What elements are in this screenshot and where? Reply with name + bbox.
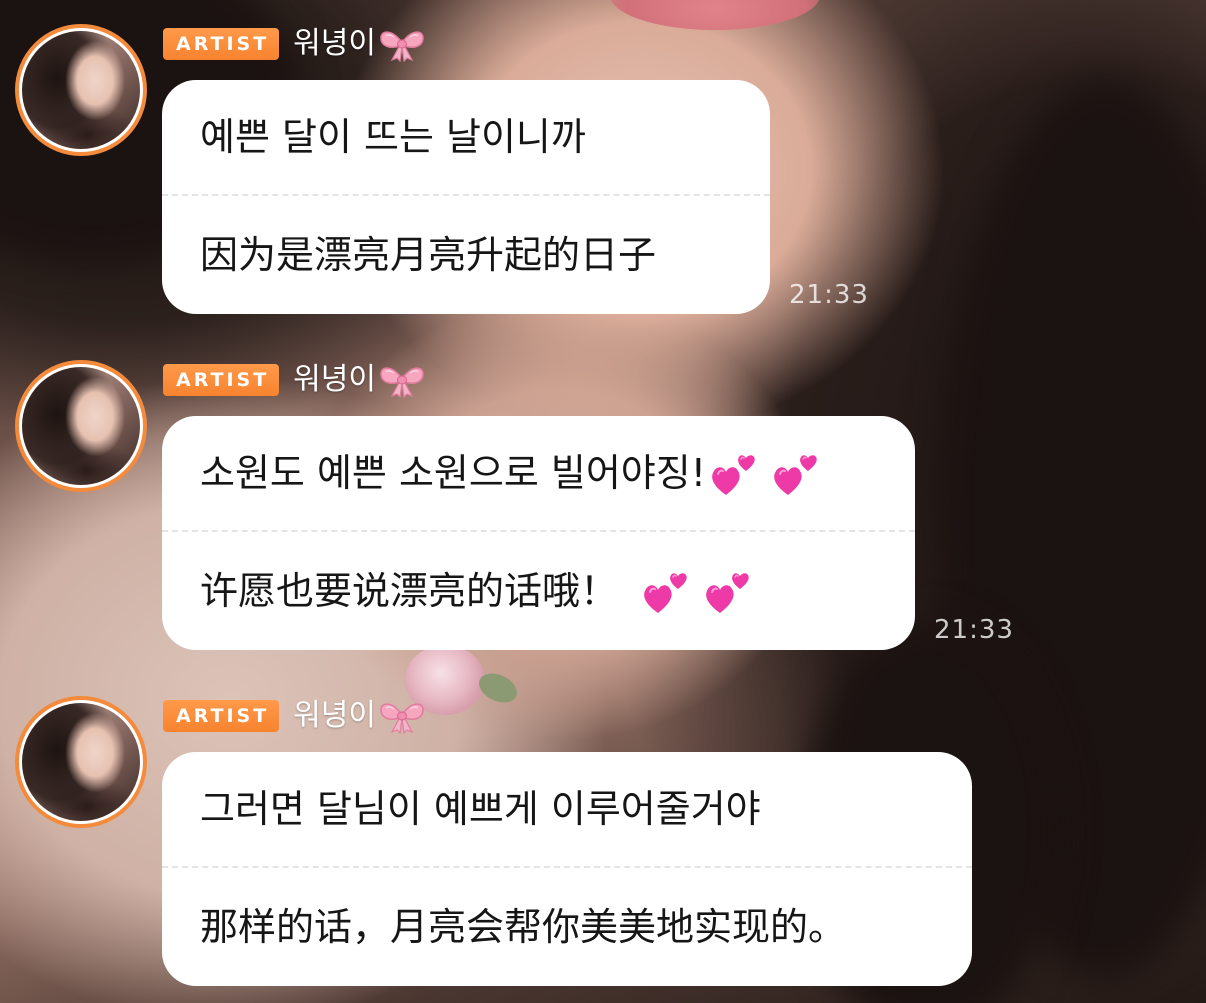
- message-bubble[interactable]: 예쁜 달이 뜨는 날이니까 因为是漂亮月亮升起的日子: [162, 80, 770, 314]
- message-header: ARTIST 워녕이: [163, 24, 426, 64]
- translated-text: 那样的话，月亮会帮你美美地实现的。: [200, 905, 847, 949]
- sender-name[interactable]: 워녕이: [293, 360, 426, 400]
- message-bubble[interactable]: 그러면 달님이 예쁘게 이루어줄거야 那样的话，月亮会帮你美美地实现的。: [162, 752, 972, 986]
- avatar[interactable]: [15, 24, 147, 156]
- avatar-photo: [22, 367, 140, 485]
- original-text: 소원도 예쁜 소원으로 빌어야징!: [200, 451, 706, 495]
- message-timestamp: 21:33: [789, 280, 869, 310]
- ribbon-bow-icon: [378, 698, 426, 734]
- avatar[interactable]: [15, 360, 147, 492]
- translated-text-line: 许愿也要说漂亮的话哦！: [162, 532, 915, 650]
- avatar-photo: [22, 31, 140, 149]
- artist-badge: ARTIST: [163, 700, 280, 732]
- sender-name-text: 워녕이: [293, 362, 376, 397]
- artist-badge: ARTIST: [163, 364, 280, 396]
- avatar[interactable]: [15, 696, 147, 828]
- two-hearts-icon: [640, 565, 692, 617]
- original-text-line: 예쁜 달이 뜨는 날이니까: [162, 80, 770, 194]
- translated-text: 因为是漂亮月亮升起的日子: [200, 233, 657, 277]
- original-text-line: 소원도 예쁜 소원으로 빌어야징!: [162, 416, 915, 530]
- artist-badge: ARTIST: [163, 28, 280, 60]
- sender-name-text: 워녕이: [293, 698, 376, 733]
- original-text: 예쁜 달이 뜨는 날이니까: [200, 115, 586, 159]
- message-timestamp: 21:33: [934, 615, 1014, 645]
- two-hearts-icon: [702, 565, 754, 617]
- sender-name[interactable]: 워녕이: [293, 696, 426, 736]
- translated-text-line: 那样的话，月亮会帮你美美地实现的。: [162, 868, 972, 986]
- original-text: 그러면 달님이 예쁘게 이루어줄거야: [200, 787, 761, 831]
- sender-name-text: 워녕이: [293, 26, 376, 61]
- two-hearts-icon: [770, 447, 822, 499]
- ribbon-bow-icon: [378, 26, 426, 62]
- message-header: ARTIST 워녕이: [163, 696, 426, 736]
- ribbon-bow-icon: [378, 362, 426, 398]
- avatar-photo: [22, 703, 140, 821]
- two-hearts-icon: [708, 447, 760, 499]
- message-bubble[interactable]: 소원도 예쁜 소원으로 빌어야징! 许愿也要说漂亮的话哦！: [162, 416, 915, 650]
- background-lips: [610, 0, 820, 30]
- translated-text: 许愿也要说漂亮的话哦！: [200, 569, 619, 613]
- translated-text-line: 因为是漂亮月亮升起的日子: [162, 196, 770, 314]
- sender-name[interactable]: 워녕이: [293, 24, 426, 64]
- message-header: ARTIST 워녕이: [163, 360, 426, 400]
- original-text-line: 그러면 달님이 예쁘게 이루어줄거야: [162, 752, 972, 866]
